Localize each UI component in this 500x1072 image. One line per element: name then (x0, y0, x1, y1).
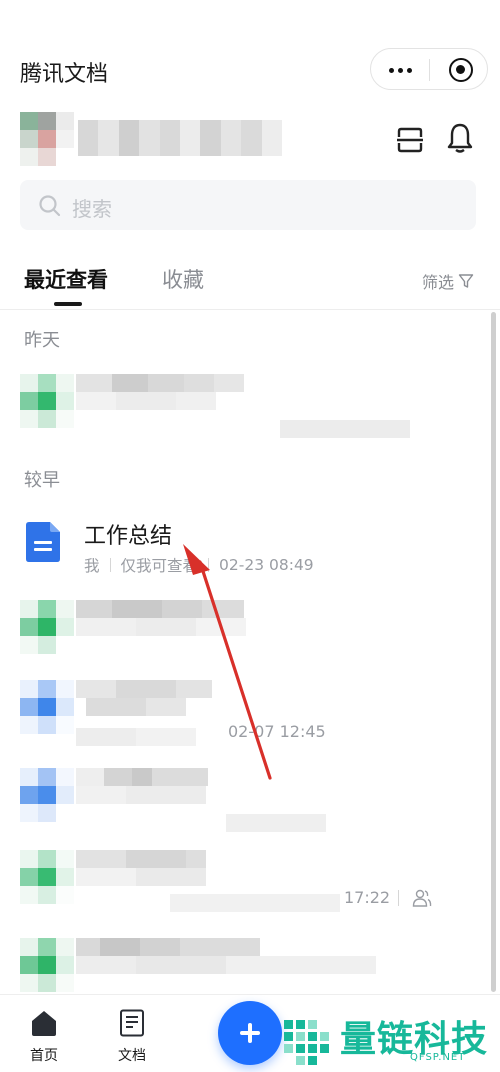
nav-home[interactable]: 首页 (18, 1007, 70, 1067)
filter-label: 筛选 (422, 273, 455, 292)
nav-docs-label: 文档 (118, 1048, 146, 1064)
tab-favorites[interactable]: 收藏 (162, 264, 204, 294)
more-icon[interactable] (385, 57, 415, 83)
search-icon (39, 195, 61, 217)
watermark-logo (284, 1020, 329, 1065)
user-row (0, 110, 500, 174)
miniprogram-capsule (370, 48, 488, 90)
doc-title: 工作总结 (84, 524, 173, 549)
doc-title-pixelated (76, 768, 416, 832)
nav-home-label: 首页 (30, 1048, 58, 1064)
section-earlier: 较早 (24, 470, 60, 491)
user-name-pixelated (78, 120, 283, 156)
nav-docs[interactable]: 文档 (106, 1007, 158, 1067)
list-item[interactable] (0, 592, 490, 672)
close-miniprogram-icon[interactable] (449, 58, 473, 82)
list-item[interactable]: 17:22 (0, 842, 490, 922)
document-outline-icon (120, 1009, 144, 1037)
document-icon (26, 522, 60, 562)
doc-icon-pixelated (20, 374, 74, 428)
section-yesterday: 昨天 (24, 330, 60, 351)
meta-separator (109, 558, 111, 572)
doc-icon-pixelated (20, 938, 74, 992)
doc-icon-pixelated (20, 768, 74, 822)
bell-icon[interactable] (446, 122, 474, 154)
avatar[interactable] (20, 112, 74, 166)
app-title: 腾讯文档 (20, 62, 109, 87)
capsule-divider (429, 59, 430, 81)
scan-icon[interactable] (396, 126, 424, 154)
meta-separator (398, 890, 399, 906)
doc-time: 02-23 08:49 (219, 556, 314, 574)
create-new-button[interactable] (218, 1001, 282, 1065)
tab-active-indicator (54, 302, 82, 306)
filter-button[interactable]: 筛选 (422, 270, 474, 292)
list-item[interactable]: 02-07 12:45 (0, 672, 490, 752)
filter-icon (458, 274, 474, 288)
doc-icon-pixelated (20, 680, 74, 734)
scrollbar[interactable] (491, 312, 496, 992)
doc-title-pixelated (76, 938, 416, 992)
shared-users-icon (412, 889, 432, 907)
doc-meta: 我 仅我可查看 02-23 08:49 (84, 554, 314, 576)
title-bar: 腾讯文档 (0, 0, 500, 110)
doc-time: 17:22 (344, 888, 391, 907)
watermark-url: QFSP.NET (410, 1052, 466, 1063)
doc-icon-pixelated (20, 600, 74, 654)
list-item[interactable] (0, 760, 490, 840)
doc-permission: 仅我可查看 (120, 557, 199, 575)
search-bar[interactable]: 搜索 (20, 180, 476, 230)
doc-icon-pixelated (20, 850, 74, 904)
doc-title-pixelated (76, 374, 416, 438)
doc-owner: 我 (84, 557, 100, 575)
search-placeholder: 搜索 (72, 197, 112, 221)
doc-time: 02-07 12:45 (228, 722, 326, 741)
list-item-featured[interactable]: 工作总结 我 仅我可查看 02-23 08:49 (0, 512, 490, 592)
list-item[interactable] (0, 366, 490, 446)
tab-recent[interactable]: 最近查看 (24, 264, 108, 294)
home-icon (32, 1011, 56, 1036)
doc-title-pixelated (76, 600, 416, 654)
watermark: 量链科技 QFSP.NET (276, 1008, 500, 1070)
meta-separator (208, 558, 210, 572)
tab-bar: 最近查看 收藏 筛选 (0, 250, 500, 310)
